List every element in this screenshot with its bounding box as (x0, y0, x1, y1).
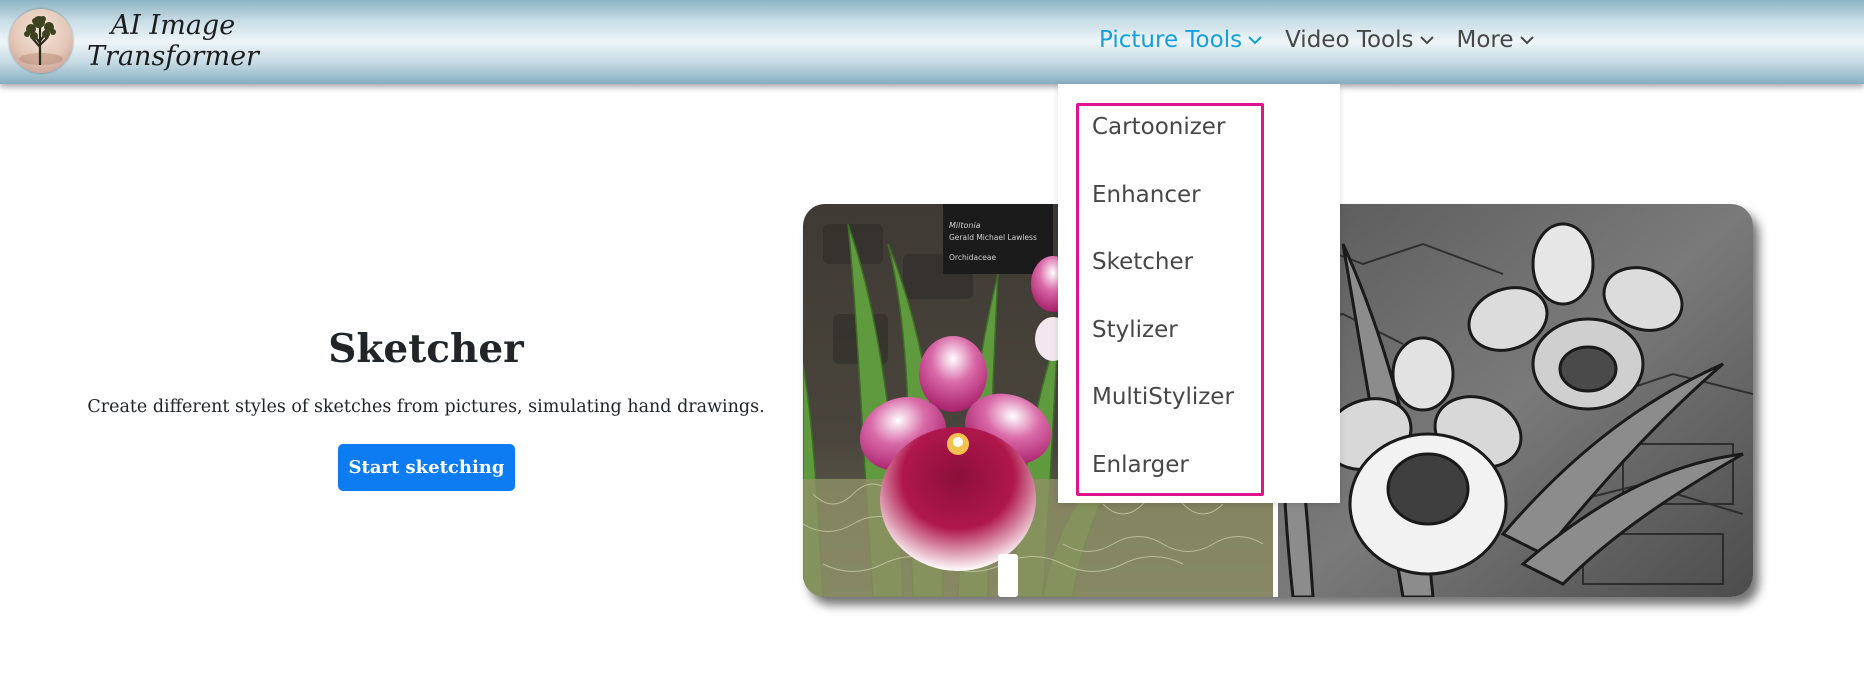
nav-picture-tools-label: Picture Tools (1099, 27, 1243, 53)
sign-line-2: Gerald Michael Lawless (949, 233, 1037, 242)
site-header: AI Image Transformer Picture Tools Video… (0, 0, 1864, 84)
main-nav: Picture Tools Video Tools More (1099, 22, 1557, 58)
picture-tools-dropdown: Cartoonizer Enhancer Sketcher Stylizer M… (1058, 84, 1340, 503)
sign-line-3: Orchidaceae (949, 253, 996, 262)
dropdown-item-cartoonizer[interactable]: Cartoonizer (1092, 114, 1225, 140)
dropdown-item-stylizer[interactable]: Stylizer (1092, 317, 1178, 343)
logo-line-1: AI Image (110, 10, 236, 41)
nav-video-tools-label: Video Tools (1285, 27, 1414, 53)
dropdown-item-enhancer[interactable]: Enhancer (1092, 182, 1201, 208)
dropdown-item-sketcher[interactable]: Sketcher (1092, 249, 1193, 275)
dropdown-item-multistylizer[interactable]: MultiStylizer (1092, 384, 1234, 410)
dropdown-highlight-box (1076, 103, 1264, 496)
sign-line-1: Miltonia (949, 221, 981, 230)
page-title: Sketcher (328, 326, 524, 372)
chevron-down-icon (1519, 34, 1535, 46)
start-sketching-button[interactable]: Start sketching (338, 444, 515, 491)
chevron-down-icon (1419, 34, 1435, 46)
site-logo-text[interactable]: AI Image Transformer (78, 10, 268, 72)
dropdown-item-enlarger[interactable]: Enlarger (1092, 452, 1189, 478)
nav-more[interactable]: More (1457, 22, 1535, 58)
plant-label-sign: Miltonia Gerald Michael Lawless Orchidac… (943, 204, 1053, 274)
sketch-result (1278, 204, 1753, 597)
nav-video-tools[interactable]: Video Tools (1285, 22, 1434, 58)
nav-more-label: More (1456, 27, 1514, 53)
tree-logo-icon[interactable] (9, 9, 73, 73)
page-description: Create different styles of sketches from… (87, 397, 765, 417)
nav-picture-tools[interactable]: Picture Tools (1099, 22, 1263, 58)
logo-line-2: Transformer (87, 41, 259, 72)
chevron-down-icon (1247, 34, 1263, 46)
